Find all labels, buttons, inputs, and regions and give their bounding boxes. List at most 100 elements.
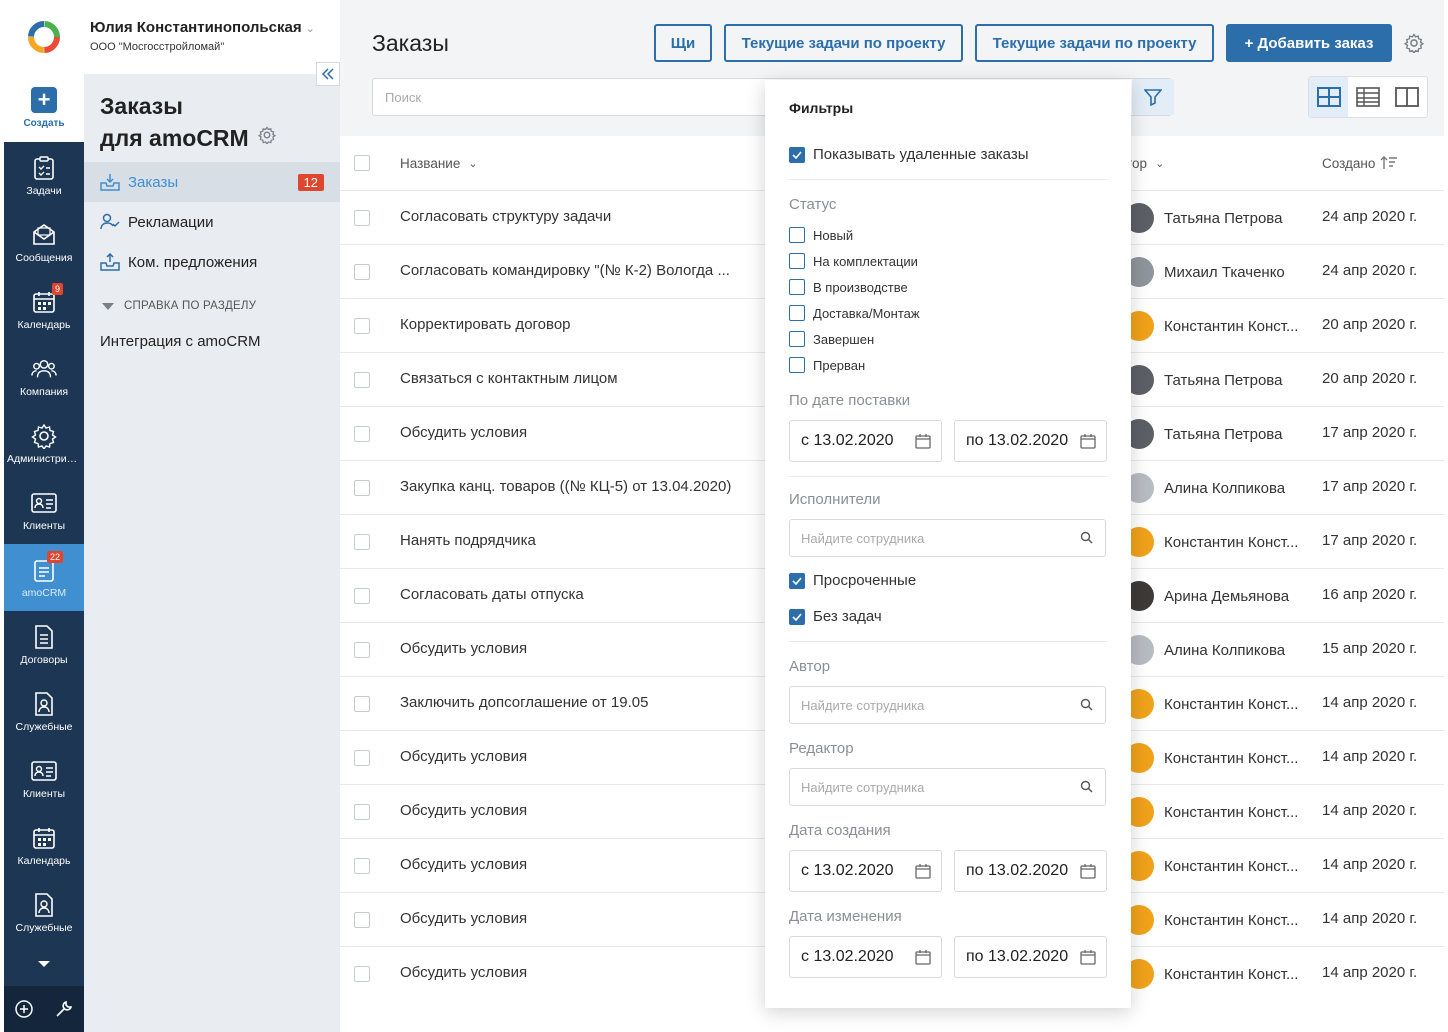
overdue-checkbox[interactable]: Просроченные (789, 572, 916, 589)
row-checkbox[interactable] (354, 804, 370, 820)
row-checkbox[interactable] (354, 642, 370, 658)
status-new-checkbox[interactable]: Новый (789, 227, 853, 243)
row-checkbox[interactable] (354, 264, 370, 280)
app-logo[interactable] (4, 0, 84, 74)
select-all-checkbox[interactable] (354, 155, 370, 171)
row-checkbox[interactable] (354, 696, 370, 712)
nav-item-clients[interactable]: Клиенты (4, 477, 84, 544)
no-tasks-label: Без задач (813, 608, 882, 625)
status-assembly-checkbox[interactable]: На комплектации (789, 253, 918, 269)
author-search-input[interactable]: Найдите сотрудника (789, 686, 1106, 724)
order-name[interactable]: Обсудить условия (400, 856, 527, 873)
order-name[interactable]: Согласовать командировку "(№ К-2) Вологд… (400, 262, 730, 279)
status-delivery-checkbox[interactable]: Доставка/Монтаж (789, 305, 920, 321)
collapse-sidebar-button[interactable] (316, 62, 340, 86)
wrench-icon[interactable] (54, 999, 74, 1019)
show-deleted-checkbox[interactable]: Показывать удаленные заказы (789, 146, 1029, 163)
row-checkbox[interactable] (354, 966, 370, 982)
column-header-author[interactable]: тор ⌄ (1126, 136, 1164, 190)
order-created-date: 17 апр 2020 г. (1322, 424, 1418, 441)
row-checkbox[interactable] (354, 480, 370, 496)
amocrm-icon: 22 (31, 550, 63, 583)
author-name: Константин Конст... (1164, 317, 1299, 335)
modified-date-from[interactable]: с 13.02.2020 (789, 936, 942, 978)
executors-search-input[interactable]: Найдите сотрудника (789, 519, 1106, 557)
created-date-to[interactable]: по 13.02.2020 (954, 850, 1107, 892)
delivery-date-to[interactable]: по 13.02.2020 (954, 420, 1107, 462)
row-checkbox[interactable] (354, 318, 370, 334)
row-checkbox[interactable] (354, 372, 370, 388)
order-name[interactable]: Обсудить условия (400, 748, 527, 765)
order-name[interactable]: Нанять подрядчика (400, 532, 536, 549)
checkbox-checked (789, 572, 805, 589)
row-checkbox[interactable] (354, 534, 370, 550)
order-author: Татьяна Петрова (1124, 407, 1304, 461)
status-aborted-checkbox[interactable]: Прерван (789, 357, 865, 373)
order-name[interactable]: Заключить допсоглашение от 19.05 (400, 694, 648, 711)
nav-more-button[interactable] (4, 952, 84, 976)
no-tasks-checkbox[interactable]: Без задач (789, 608, 882, 625)
row-checkbox[interactable] (354, 858, 370, 874)
add-circle-icon[interactable] (14, 999, 34, 1019)
section-settings-icon[interactable] (258, 126, 276, 144)
nav-item-messages[interactable]: Сообщения (4, 209, 84, 276)
help-link-amocrm[interactable]: Интеграция с amoCRM (100, 333, 261, 350)
row-checkbox[interactable] (354, 426, 370, 442)
nav-item-company[interactable]: Компания (4, 343, 84, 410)
modified-date-to[interactable]: по 13.02.2020 (954, 936, 1107, 978)
created-date-from[interactable]: с 13.02.2020 (789, 850, 942, 892)
help-section-toggle[interactable]: СПРАВКА ПО РАЗДЕЛУ (102, 300, 256, 312)
status-production-checkbox[interactable]: В производстве (789, 279, 908, 295)
nav-label: Служебные (15, 720, 73, 733)
row-checkbox[interactable] (354, 912, 370, 928)
subnav-item-offers[interactable]: Ком. предложения (84, 242, 340, 282)
split-view-button[interactable] (1388, 77, 1427, 117)
order-name[interactable]: Корректировать договор (400, 316, 571, 333)
nav-item-calendar-2[interactable]: Календарь (4, 812, 84, 879)
author-name: Константин Конст... (1164, 857, 1299, 875)
current-tasks-button-2[interactable]: Текущие задачи по проекту (975, 24, 1214, 62)
current-tasks-button[interactable]: Текущие задачи по проекту (724, 24, 963, 62)
author-name: Татьяна Петрова (1164, 425, 1283, 443)
logo-icon (28, 21, 60, 53)
add-order-button[interactable]: + Добавить заказ (1226, 24, 1392, 62)
order-name[interactable]: Согласовать даты отпуска (400, 586, 584, 603)
filter-button[interactable] (1132, 79, 1174, 115)
user-switcher[interactable]: Юлия Константинопольская ⌄ ООО "Мосгосстр… (84, 0, 340, 74)
status-option-label: Прерван (813, 357, 866, 373)
nav-item-tasks[interactable]: Задачи (4, 142, 84, 209)
subnav-item-orders[interactable]: Заказы 12 (84, 162, 340, 202)
nav-item-clients-2[interactable]: Клиенты (4, 745, 84, 812)
order-name[interactable]: Закупка канц. товаров ((№ КЦ-5) от 13.04… (400, 478, 731, 495)
nav-item-service[interactable]: Служебные (4, 678, 84, 745)
order-name[interactable]: Обсудить условия (400, 910, 527, 927)
nav-item-contracts[interactable]: Договоры (4, 611, 84, 678)
checkbox-unchecked (789, 357, 805, 373)
row-checkbox[interactable] (354, 750, 370, 766)
table-view-button[interactable] (1348, 77, 1387, 117)
modified-date-label: Дата изменения (789, 908, 902, 925)
row-checkbox[interactable] (354, 588, 370, 604)
nav-item-service-2[interactable]: Служебные (4, 879, 84, 946)
nav-item-admin[interactable]: Администрирование (4, 410, 84, 477)
order-name[interactable]: Согласовать структуру задачи (400, 208, 611, 225)
order-name[interactable]: Обсудить условия (400, 640, 527, 657)
create-button[interactable]: + Создать (4, 74, 84, 142)
nav-item-amocrm[interactable]: 22 amoCRM (4, 544, 84, 611)
grid-view-button[interactable] (1309, 77, 1349, 117)
column-header-name[interactable]: Название ⌄ (400, 136, 478, 190)
order-name[interactable]: Обсудить условия (400, 424, 527, 441)
gear-icon[interactable] (1404, 33, 1424, 53)
nav-item-calendar[interactable]: 9 Календарь (4, 276, 84, 343)
order-name[interactable]: Связаться с контактным лицом (400, 370, 618, 387)
user-org: ООО "Мосгосстройломай" (90, 41, 225, 53)
editor-search-input[interactable]: Найдите сотрудника (789, 768, 1106, 806)
row-checkbox[interactable] (354, 210, 370, 226)
column-header-created[interactable]: Создано (1322, 136, 1398, 190)
short-button[interactable]: Щи (654, 24, 712, 62)
status-done-checkbox[interactable]: Завершен (789, 331, 874, 347)
order-name[interactable]: Обсудить условия (400, 964, 527, 981)
subnav-item-claims[interactable]: Рекламации (84, 202, 340, 242)
delivery-date-from[interactable]: с 13.02.2020 (789, 420, 942, 462)
order-name[interactable]: Обсудить условия (400, 802, 527, 819)
